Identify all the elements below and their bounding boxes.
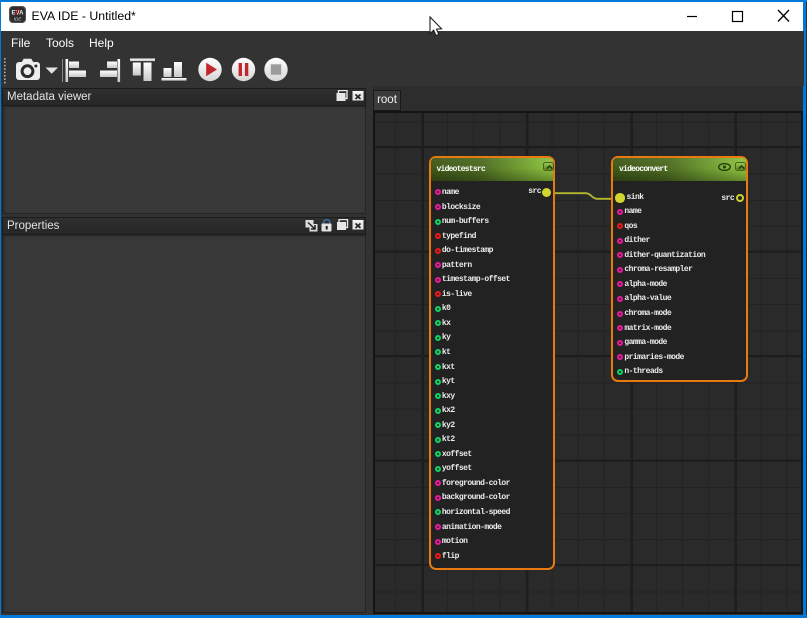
svg-text:IDE: IDE xyxy=(14,17,23,22)
